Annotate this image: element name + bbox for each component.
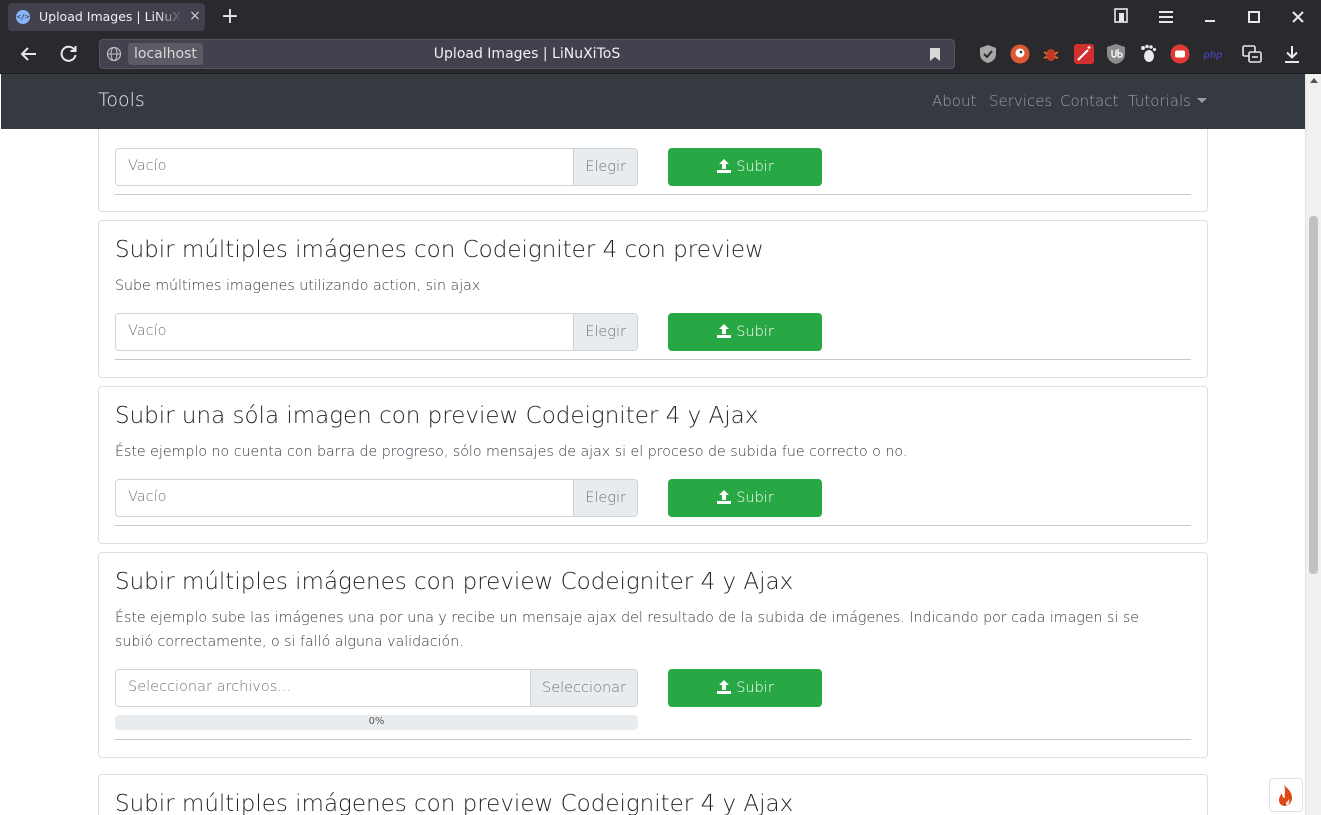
bookmark-icon[interactable]: [928, 47, 942, 62]
download-icon[interactable]: [1281, 43, 1303, 65]
file-browse-button[interactable]: Elegir: [573, 314, 637, 350]
upload-button[interactable]: Subir: [668, 669, 822, 707]
upload-icon: [717, 680, 732, 694]
card-description: Éste ejemplo no cuenta con barra de prog…: [115, 444, 908, 460]
nav-link-services[interactable]: Services: [989, 92, 1052, 110]
file-browse-button[interactable]: Elegir: [573, 480, 637, 516]
card-divider: [115, 525, 1191, 526]
menu-icon[interactable]: [1155, 6, 1177, 28]
duckduckgo-extension-icon[interactable]: [1009, 43, 1031, 65]
tab-close-icon[interactable]: ×: [188, 8, 202, 24]
card-title: Subir múltiples imágenes con Codeigniter…: [115, 237, 764, 263]
codeigniter-flame-icon: [1279, 785, 1292, 806]
close-icon[interactable]: [1287, 6, 1309, 28]
tab-title: Upload Images | LiNuXiToS: [39, 9, 184, 24]
php-extension-label: php: [1202, 50, 1222, 61]
new-tab-button[interactable]: +: [218, 4, 242, 30]
back-arrow-icon[interactable]: [17, 42, 41, 66]
url-host-chip: localhost: [128, 43, 203, 65]
file-input-placeholder: Vacío: [128, 323, 167, 339]
card-title: Subir múltiples imágenes con preview Cod…: [115, 791, 794, 815]
code-favicon-icon: </>: [16, 10, 30, 24]
url-page-title: Upload Images | LiNuXiToS: [433, 46, 621, 62]
shield-extension-icon[interactable]: [977, 43, 999, 65]
file-input[interactable]: Vacío Elegir: [115, 479, 638, 517]
upload-icon: [717, 490, 732, 504]
browser-toolbar: localhost Upload Images | LiNuXiToS php: [0, 34, 1321, 74]
scroll-up-arrow-icon[interactable]: [1310, 78, 1318, 83]
file-browse-button[interactable]: Elegir: [573, 149, 637, 185]
upload-button-label: Subir: [736, 324, 774, 340]
upload-icon: [717, 324, 732, 338]
card-divider: [115, 359, 1191, 360]
upload-button-label: Subir: [736, 680, 774, 696]
php-extension-icon[interactable]: php: [1200, 43, 1226, 65]
upload-button[interactable]: Subir: [668, 479, 822, 517]
card-title: Subir múltiples imágenes con preview Cod…: [115, 569, 794, 595]
file-input[interactable]: Seleccionar archivos... Seleccionar: [115, 669, 638, 707]
upload-card: Subir múltiples imágenes con preview Cod…: [98, 774, 1208, 815]
scrollbar-thumb[interactable]: [1309, 216, 1318, 574]
tab-manager-icon[interactable]: [1110, 6, 1132, 28]
caret-down-icon: [1196, 98, 1207, 103]
minimize-icon[interactable]: [1199, 6, 1221, 28]
card-description: Éste ejemplo sube las imágenes una por u…: [115, 610, 1140, 650]
toggle-extension-icon[interactable]: [1169, 43, 1191, 65]
file-input-placeholder: Vacío: [128, 158, 167, 174]
address-bar[interactable]: localhost Upload Images | LiNuXiToS: [99, 39, 955, 69]
globe-icon: [106, 46, 122, 62]
debug-toolbar-button[interactable]: [1269, 778, 1303, 812]
file-input-placeholder: Seleccionar archivos...: [128, 679, 292, 695]
file-input[interactable]: Vacío Elegir: [115, 148, 638, 186]
wand-extension-icon[interactable]: [1073, 43, 1095, 65]
upload-progress: 0%: [115, 715, 638, 730]
upload-card: Subir una sóla imagen con preview Codeig…: [98, 386, 1208, 544]
site-brand[interactable]: Tools: [98, 89, 145, 111]
maximize-icon[interactable]: [1243, 6, 1265, 28]
card-divider: [115, 194, 1191, 195]
card-divider: [115, 739, 1191, 740]
progress-label: 0%: [368, 716, 385, 727]
upload-card: Subir múltiples imágenes con Codeigniter…: [98, 220, 1208, 378]
upload-button[interactable]: Subir: [668, 313, 822, 351]
nav-dropdown-tutorials[interactable]: Tutorials: [1128, 92, 1207, 110]
file-input-placeholder: Vacío: [128, 489, 167, 505]
upload-button[interactable]: Subir: [668, 148, 822, 186]
gnome-extension-icon[interactable]: [1137, 43, 1159, 65]
browser-tab-bar: </> Upload Images | LiNuXiToS × +: [0, 0, 1321, 34]
ublock-extension-icon[interactable]: [1105, 43, 1127, 65]
upload-card: Subir múltiples imágenes con preview Cod…: [98, 552, 1208, 758]
site-navbar: Tools About Services Contact Tutorials: [1, 74, 1305, 129]
browser-tab[interactable]: </> Upload Images | LiNuXiToS ×: [8, 3, 205, 31]
file-browse-button[interactable]: Seleccionar: [530, 670, 637, 706]
nav-link-about[interactable]: About: [932, 92, 976, 110]
page-scrollbar[interactable]: [1305, 74, 1321, 815]
reload-icon[interactable]: [57, 42, 81, 66]
card-title: Subir una sóla imagen con preview Codeig…: [115, 403, 759, 429]
file-input[interactable]: Vacío Elegir: [115, 313, 638, 351]
page-viewport: Tools About Services Contact Tutorials V…: [1, 74, 1305, 815]
bug-extension-icon[interactable]: [1040, 43, 1062, 65]
nav-dropdown-label: Tutorials: [1128, 92, 1191, 110]
screenshot-icon[interactable]: [1241, 43, 1263, 65]
nav-link-contact[interactable]: Contact: [1060, 92, 1118, 110]
upload-button-label: Subir: [736, 490, 774, 506]
upload-icon: [717, 159, 732, 173]
upload-button-label: Subir: [736, 159, 774, 175]
card-description: Sube múltimes imagenes utilizando action…: [115, 278, 481, 294]
